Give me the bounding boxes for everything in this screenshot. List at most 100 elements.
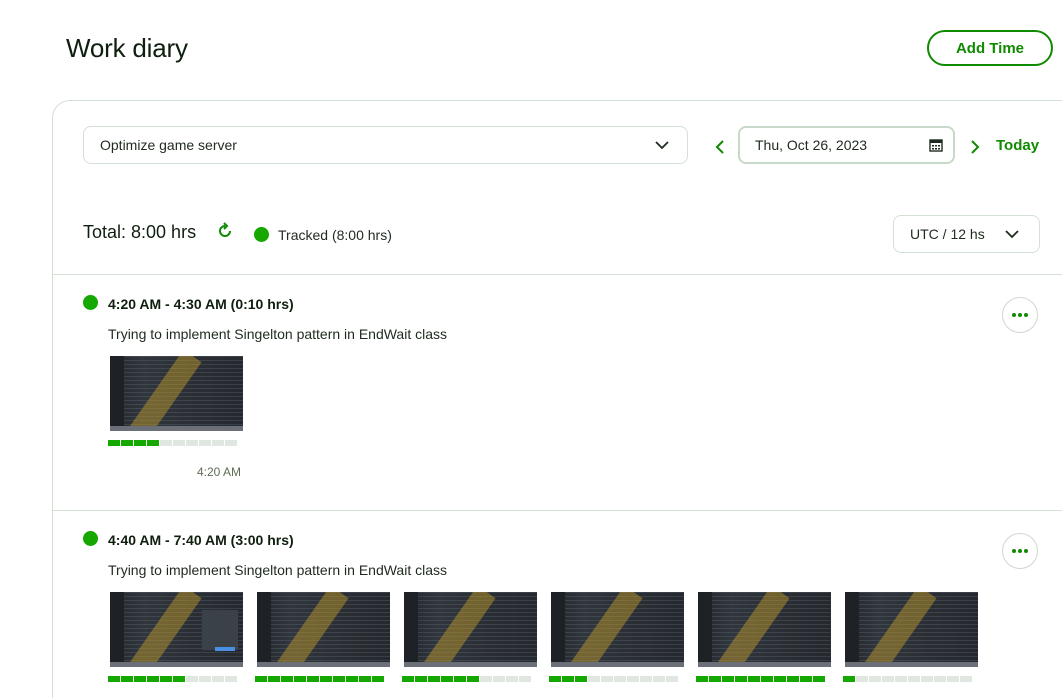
activity-segment [493, 676, 505, 682]
more-dots-icon [1024, 549, 1028, 553]
activity-segment [813, 676, 825, 682]
activity-segment [843, 676, 855, 682]
screenshot-taskbar [257, 662, 390, 667]
activity-meter [108, 440, 237, 446]
today-button[interactable]: Today [996, 137, 1039, 154]
activity-segment [709, 676, 721, 682]
refresh-icon[interactable] [216, 222, 234, 240]
screenshot-image [551, 592, 565, 667]
section-divider [53, 274, 1062, 275]
more-dots-icon [1018, 313, 1022, 317]
screenshot-thumbnail[interactable] [110, 356, 243, 431]
activity-segment [921, 676, 933, 682]
activity-segment [346, 676, 358, 682]
activity-segment [186, 676, 198, 682]
activity-segment [359, 676, 371, 682]
screenshot-thumbnail[interactable] [845, 592, 978, 667]
segment-more-button[interactable] [1002, 297, 1038, 333]
activity-segment [947, 676, 959, 682]
activity-segment [428, 676, 440, 682]
screenshot-thumbnail[interactable] [698, 592, 831, 667]
activity-segment [121, 440, 133, 446]
activity-segment [696, 676, 708, 682]
screenshot-thumbnail[interactable] [404, 592, 537, 667]
tracked-legend-label: Tracked (8:00 hrs) [278, 227, 392, 243]
activity-segment [186, 440, 198, 446]
activity-segment [480, 676, 492, 682]
activity-segment [640, 676, 652, 682]
activity-segment [225, 676, 237, 682]
screenshot-taskbar [698, 662, 831, 667]
screenshot-thumbnail[interactable] [257, 592, 390, 667]
contract-select-value: Optimize game server [100, 137, 237, 153]
activity-segment [415, 676, 427, 682]
activity-segment [735, 676, 747, 682]
chevron-left-icon [715, 140, 724, 154]
activity-segment [614, 676, 626, 682]
activity-segment [199, 440, 211, 446]
screenshot-thumbnail[interactable] [110, 592, 243, 667]
more-dots-icon [1018, 549, 1022, 553]
activity-segment [160, 440, 172, 446]
segment-status-dot [83, 295, 98, 310]
segment-more-button[interactable] [1002, 533, 1038, 569]
date-value: Thu, Oct 26, 2023 [755, 137, 868, 153]
chevron-down-icon [1005, 230, 1019, 239]
activity-segment [748, 676, 760, 682]
timezone-value: UTC / 12 hs [910, 226, 985, 242]
screenshot-time: 4:20 AM [197, 465, 242, 479]
screenshot-image [404, 592, 418, 667]
activity-segment [255, 676, 267, 682]
activity-segment [519, 676, 531, 682]
activity-segment [601, 676, 613, 682]
activity-segment [800, 676, 812, 682]
activity-segment [147, 440, 159, 446]
next-day-button[interactable] [968, 138, 982, 156]
activity-segment [333, 676, 345, 682]
screenshot-taskbar [110, 662, 243, 667]
previous-day-button[interactable] [713, 138, 727, 156]
screenshot-taskbar [845, 662, 978, 667]
more-dots-icon [1024, 313, 1028, 317]
activity-segment [869, 676, 881, 682]
segment-memo: Trying to implement Singelton pattern in… [108, 562, 448, 578]
activity-segment [173, 440, 185, 446]
activity-segment [294, 676, 306, 682]
timezone-select[interactable]: UTC / 12 hs [893, 215, 1040, 253]
activity-segment [441, 676, 453, 682]
activity-segment [281, 676, 293, 682]
chevron-right-icon [971, 140, 980, 154]
activity-segment [856, 676, 868, 682]
segment-status-dot [83, 531, 98, 546]
contract-select[interactable]: Optimize game server [83, 126, 688, 164]
screenshot-thumbnail[interactable] [551, 592, 684, 667]
activity-segment [160, 676, 172, 682]
activity-meter [108, 676, 237, 682]
activity-segment [506, 676, 518, 682]
activity-segment [134, 440, 146, 446]
activity-segment [960, 676, 972, 682]
activity-segment [653, 676, 665, 682]
activity-segment [212, 676, 224, 682]
screenshot-taskbar [110, 426, 243, 431]
calendar-icon[interactable] [929, 138, 943, 152]
activity-segment [722, 676, 734, 682]
screenshot-image [110, 356, 124, 431]
activity-meter [255, 676, 384, 682]
add-time-button[interactable]: Add Time [927, 30, 1053, 66]
activity-segment [588, 676, 600, 682]
screenshot-image [215, 647, 235, 651]
segment-time-range: 4:40 AM - 7:40 AM (3:00 hrs) [108, 532, 294, 548]
activity-segment [908, 676, 920, 682]
activity-segment [402, 676, 414, 682]
screenshot-image [202, 610, 238, 650]
activity-segment [121, 676, 133, 682]
activity-segment [895, 676, 907, 682]
activity-segment [467, 676, 479, 682]
activity-segment [108, 440, 120, 446]
segment-memo: Trying to implement Singelton pattern in… [108, 326, 448, 342]
activity-segment [320, 676, 332, 682]
activity-segment [666, 676, 678, 682]
date-picker-field[interactable]: Thu, Oct 26, 2023 [738, 126, 955, 164]
screenshot-image [698, 592, 712, 667]
